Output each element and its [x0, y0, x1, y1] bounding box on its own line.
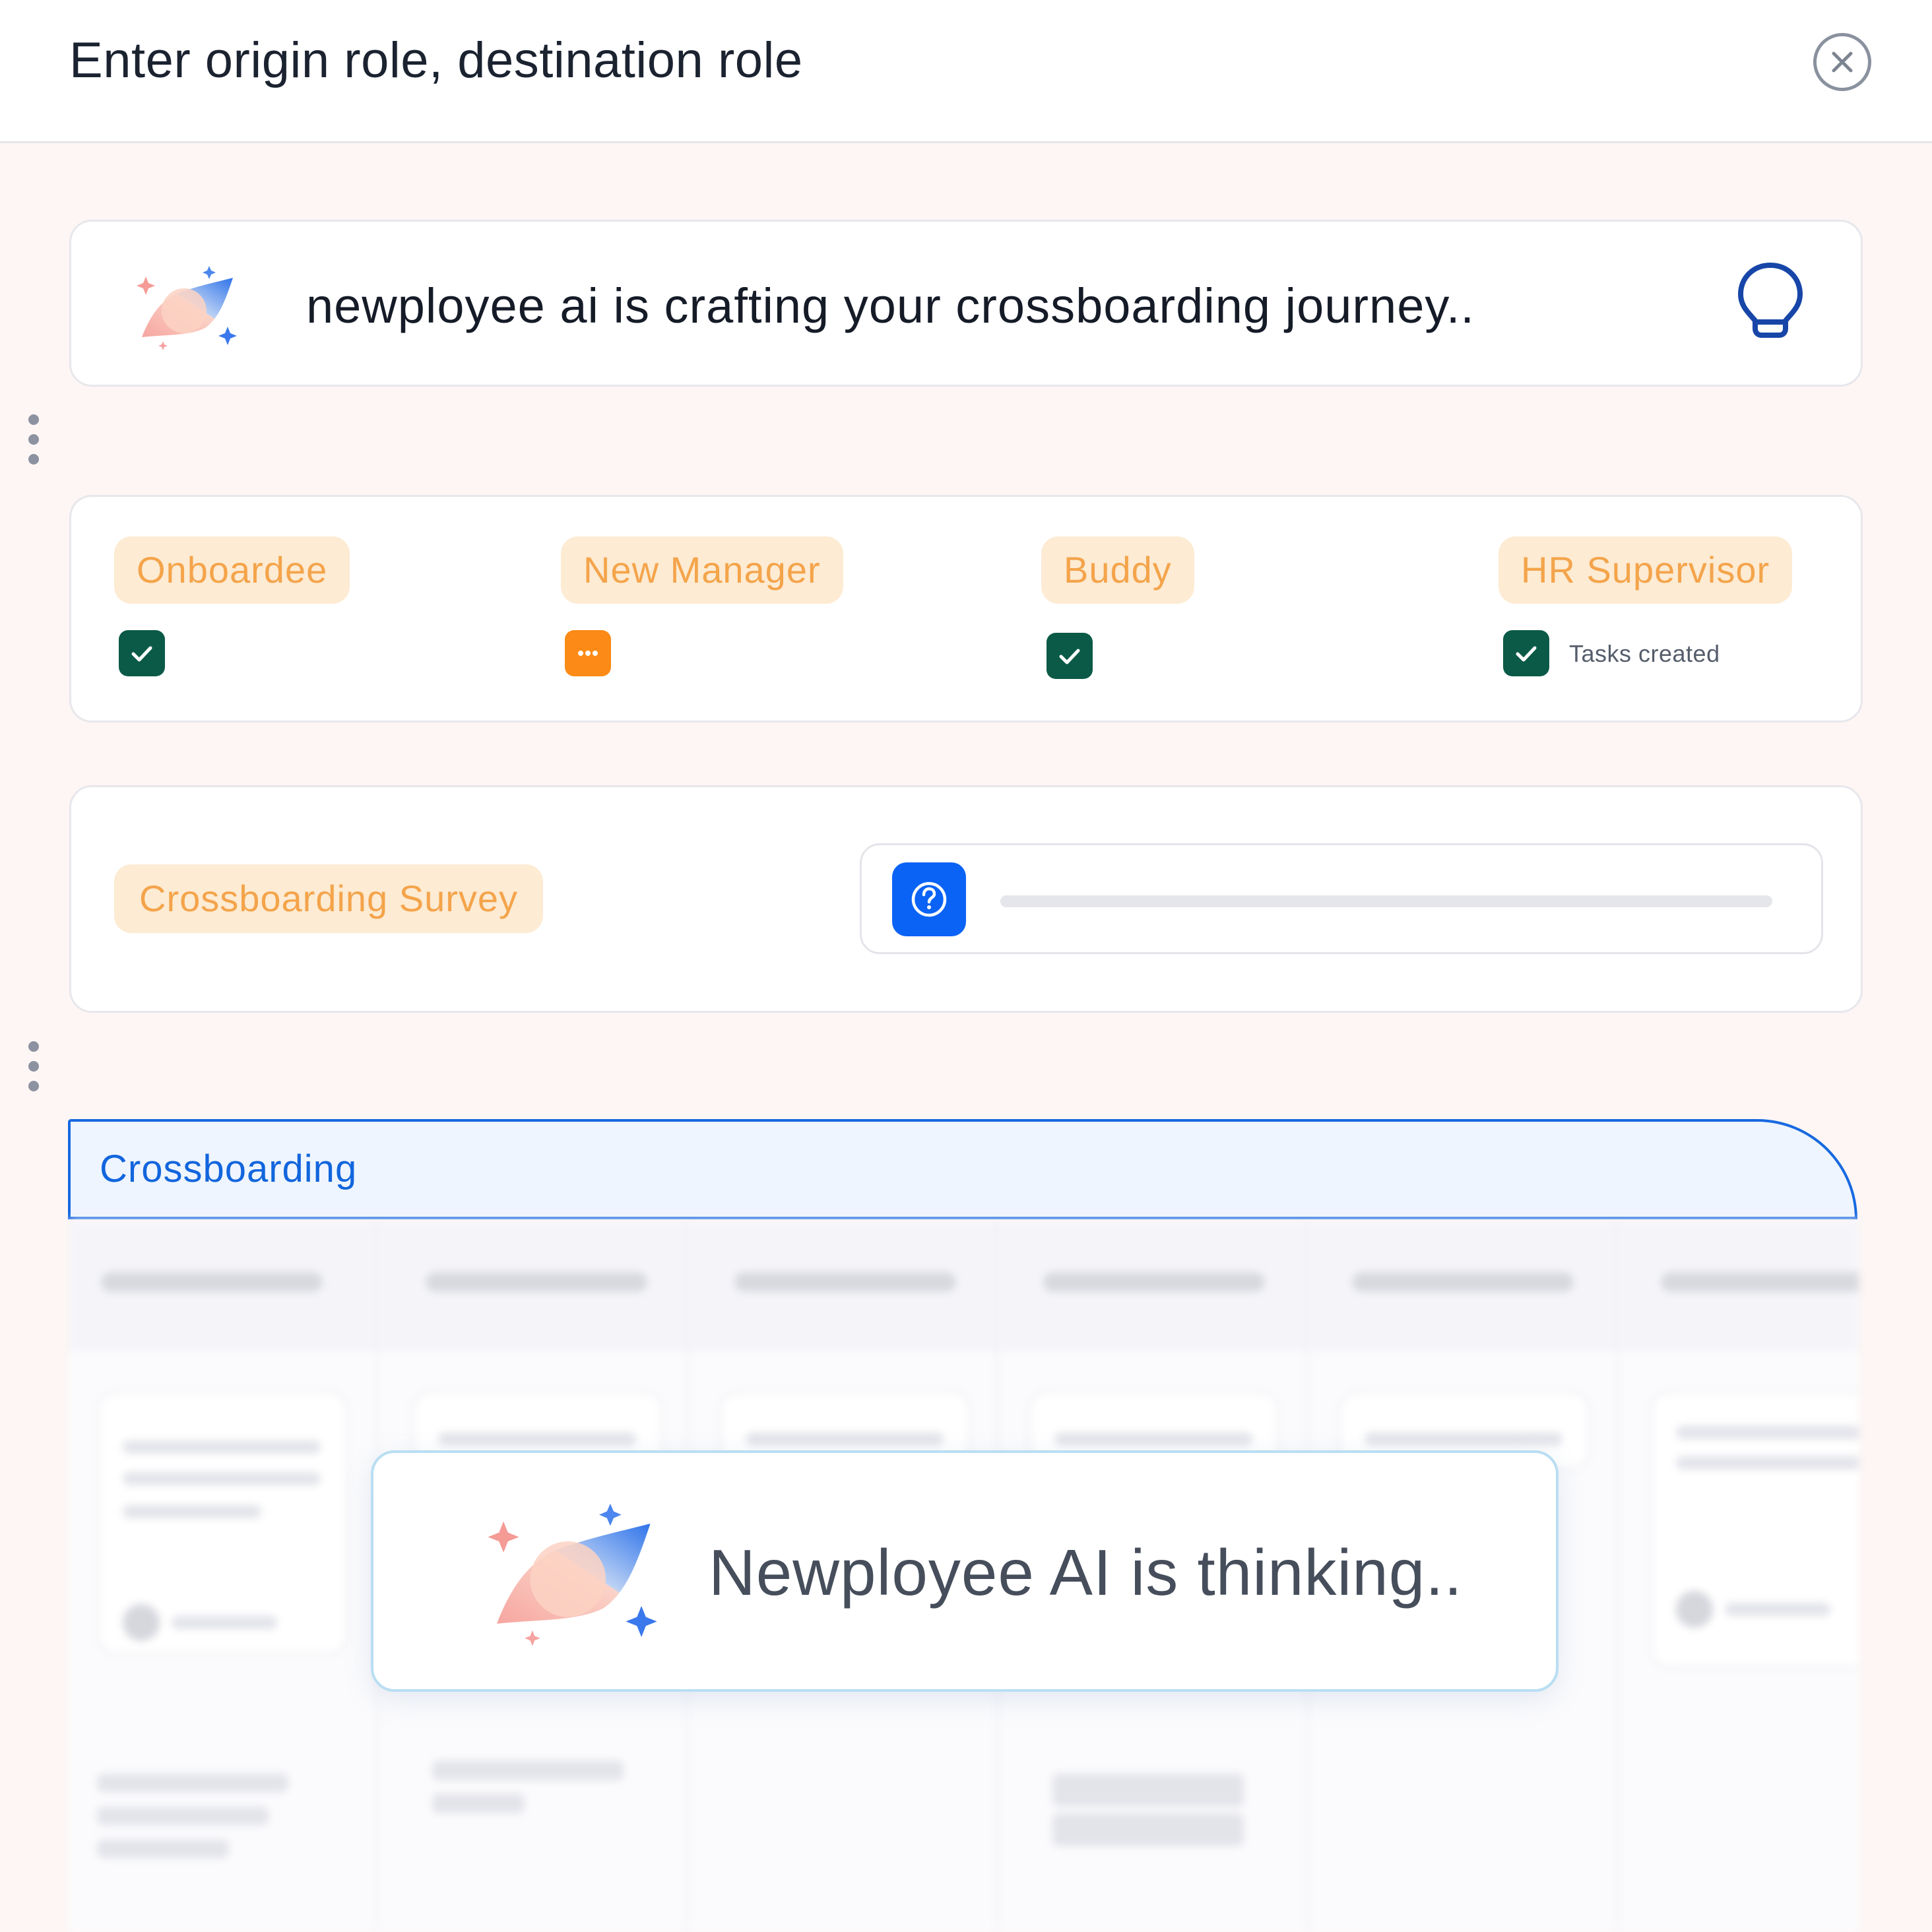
check-icon [1046, 633, 1093, 679]
dialog-title: Enter origin role, destination role [69, 32, 803, 88]
tab-crossboarding[interactable]: Crossboarding [68, 1119, 1857, 1219]
ai-status-card: newployee ai is crafting your crossboard… [69, 220, 1863, 387]
check-icon [119, 630, 165, 676]
more-options-icon[interactable] [25, 1041, 42, 1094]
help-button[interactable] [892, 862, 966, 936]
board-column [1620, 1219, 1859, 1932]
ai-thinking-toast: Newployee AI is thinking.. [371, 1450, 1559, 1692]
newployee-ai-logo-icon [482, 1499, 674, 1658]
survey-card: Crossboarding Survey [69, 785, 1863, 1013]
survey-chip[interactable]: Crossboarding Survey [114, 864, 544, 933]
check-icon [1503, 630, 1549, 676]
question-icon [911, 882, 947, 917]
role-chip-onboardee[interactable]: Onboardee [114, 536, 350, 604]
lightbulb-icon[interactable] [1734, 260, 1807, 342]
board-column [69, 1219, 378, 1932]
ai-thinking-message: Newployee AI is thinking.. [709, 1536, 1463, 1609]
tab-crossboarding-label: Crossboarding [100, 1147, 358, 1190]
newployee-ai-logo-icon [134, 263, 246, 359]
close-button[interactable] [1813, 33, 1871, 91]
role-chip-buddy[interactable]: Buddy [1041, 536, 1194, 604]
role-status-text: Tasks created [1569, 640, 1720, 667]
roles-card: Onboardee New Manager Buddy HR Superviso… [69, 495, 1863, 723]
role-chip-new-manager[interactable]: New Manager [561, 536, 843, 604]
more-dots-icon [565, 630, 611, 676]
close-icon [1832, 51, 1853, 73]
progress-bar [1000, 895, 1772, 907]
more-options-icon[interactable] [25, 414, 42, 467]
survey-progress-field [860, 843, 1823, 954]
role-chip-hr-supervisor[interactable]: HR Supervisor [1498, 536, 1793, 604]
ai-status-message: newployee ai is crafting your crossboard… [306, 278, 1475, 333]
dialog-header: Enter origin role, destination role [0, 0, 1932, 143]
